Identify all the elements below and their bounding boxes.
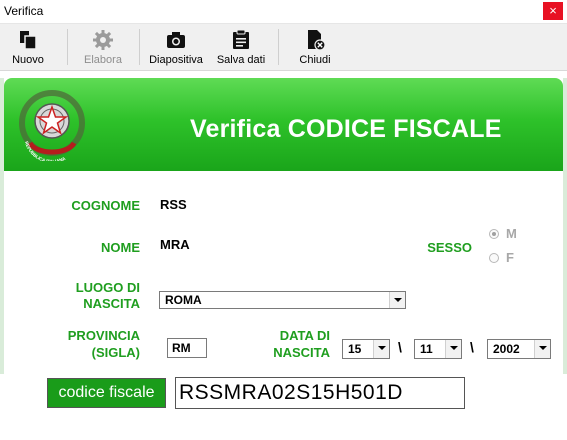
mese-value: 11 (420, 342, 433, 356)
title-bar (0, 0, 567, 24)
cognome-label: COGNOME (71, 198, 140, 213)
date-separator: \ (470, 339, 474, 355)
luogo-label-line1: LUOGO DI (75, 280, 140, 295)
nome-label: NOME (101, 240, 140, 255)
close-document-icon (308, 30, 326, 51)
new-document-icon (20, 31, 37, 50)
luogo-value: ROMA (165, 293, 202, 307)
nome-value: MRA (160, 237, 190, 252)
sesso-m-label: M (506, 226, 517, 241)
italian-republic-emblem-icon: REPUBBLICA ITALIANA (19, 90, 85, 161)
toolbar: Nuovo Elabora Diapositiva Salva dati Chi… (0, 24, 567, 71)
provincia-label-line2: (SIGLA) (91, 345, 140, 360)
panel-border-right (563, 78, 567, 374)
anno-value: 2002 (493, 342, 520, 356)
mese-select[interactable]: 11 (414, 339, 462, 359)
provincia-value: RM (172, 341, 191, 355)
codice-fiscale-output[interactable]: RSSMRA02S15H501D (175, 377, 465, 409)
nuovo-button[interactable]: Nuovo (4, 24, 52, 70)
banner-title: Verifica CODICE FISCALE (190, 115, 502, 143)
date-separator: \ (398, 339, 402, 355)
salva-dati-label: Salva dati (216, 54, 266, 66)
window-close-button[interactable]: × (543, 2, 563, 20)
chiudi-button[interactable]: Chiudi (290, 24, 340, 70)
toolbar-separator (278, 29, 279, 65)
giorno-select[interactable]: 15 (342, 339, 390, 359)
sesso-f-radio[interactable] (489, 253, 499, 263)
giorno-value: 15 (348, 342, 362, 356)
elabora-label: Elabora (84, 54, 122, 66)
provincia-label-line1: PROVINCIA (67, 328, 140, 343)
sesso-f-label: F (506, 250, 514, 265)
camera-icon (167, 32, 185, 48)
codice-fiscale-button[interactable]: codice fiscale (47, 378, 166, 408)
chevron-down-icon (373, 340, 389, 358)
luogo-label-line2: NASCITA (83, 296, 140, 311)
salva-dati-button[interactable]: Salva dati (212, 24, 270, 70)
elabora-button[interactable]: Elabora (78, 24, 128, 70)
data-label-line2: NASCITA (273, 345, 330, 360)
toolbar-separator (67, 29, 68, 65)
anno-select[interactable]: 2002 (487, 339, 551, 359)
gear-icon (93, 30, 113, 50)
chevron-down-icon (445, 340, 461, 358)
window-title: Verifica (4, 4, 44, 18)
diapositiva-button[interactable]: Diapositiva (145, 24, 207, 70)
luogo-select[interactable]: ROMA (159, 291, 406, 309)
nuovo-label: Nuovo (12, 54, 44, 66)
cognome-value: RSS (160, 197, 187, 212)
data-label-line1: DATA DI (279, 328, 330, 343)
chevron-down-icon (389, 292, 405, 308)
sesso-label: SESSO (427, 240, 472, 255)
provincia-input[interactable]: RM (167, 338, 207, 358)
clipboard-icon (233, 29, 249, 49)
toolbar-separator (139, 29, 140, 65)
sesso-m-radio[interactable] (489, 229, 499, 239)
chiudi-label: Chiudi (299, 54, 331, 66)
panel-border-left (0, 78, 4, 374)
diapositiva-label: Diapositiva (149, 54, 203, 66)
chevron-down-icon (534, 340, 550, 358)
